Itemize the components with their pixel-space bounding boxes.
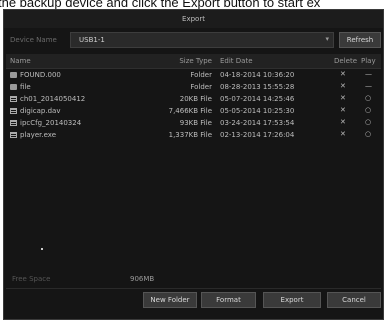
cancel-button[interactable]: Cancel [327,292,381,308]
delete-icon[interactable]: ✕ [340,131,348,138]
file-name: ipcCfg_20140324 [20,119,82,127]
file-icon [10,96,17,102]
export-dialog: Export Device Name USB1-1 ▾ Refresh Name… [3,9,384,320]
file-edit-date: 08-28-2013 15:55:28 [220,83,295,91]
play-icon[interactable]: — [365,71,373,78]
file-icon [10,132,17,138]
file-size-type: 1,337KB File [168,131,212,139]
file-row[interactable]: ipcCfg_20140324 93KB File 03-24-2014 17:53… [6,117,381,129]
col-edit-date: Edit Date [220,57,253,65]
file-icon [10,120,17,126]
delete-icon[interactable]: ✕ [340,119,348,126]
file-size-type: Folder [190,71,212,79]
refresh-button[interactable]: Refresh [339,32,381,48]
file-name: digicap.dav [20,107,61,115]
delete-icon[interactable]: ✕ [340,95,348,102]
play-icon[interactable]: — [365,83,373,90]
file-list: FOUND.000 Folder 04-18-2014 10:36:20 ✕ — file… [6,69,381,141]
file-name: file [20,83,31,91]
delete-icon[interactable]: ✕ [340,83,348,90]
col-play: Play [361,57,376,65]
play-icon[interactable]: ○ [365,131,373,138]
file-table-header: Name Size Type Edit Date Delete Play [6,54,381,69]
file-edit-date: 03-24-2014 17:53:54 [220,119,295,127]
free-space-row: Free Space 906MB [4,272,383,286]
new-folder-button[interactable]: New Folder [143,292,197,308]
file-edit-date: 04-18-2014 10:36:20 [220,71,295,79]
file-row[interactable]: ch01_2014050412 20KB File 05-07-2014 14:25… [6,93,381,105]
col-name: Name [10,57,31,65]
export-button[interactable]: Export [263,292,321,308]
file-size-type: 7,466KB File [168,107,212,115]
delete-icon[interactable]: ✕ [340,71,348,78]
play-icon[interactable]: ○ [365,95,373,102]
file-name: player.exe [20,131,57,139]
device-select-value: USB1-1 [79,36,105,44]
file-row[interactable]: player.exe 1,337KB File 02-13-2014 17:26:0… [6,129,381,141]
free-space-value: 906MB [130,275,155,283]
file-name: FOUND.000 [20,71,61,79]
play-icon[interactable]: ○ [365,107,373,114]
divider [6,288,381,289]
delete-icon[interactable]: ✕ [340,107,348,114]
chevron-down-icon: ▾ [325,35,329,43]
file-row[interactable]: digicap.dav 7,466KB File 05-05-2014 10:25:… [6,105,381,117]
free-space-label: Free Space [12,275,51,283]
folder-icon [10,84,17,90]
file-size-type: 93KB File [179,119,212,127]
file-row[interactable]: file Folder 08-28-2013 15:55:28 ✕ — [6,81,381,93]
device-row: Device Name USB1-1 ▾ Refresh [4,30,383,50]
play-icon[interactable]: ○ [365,119,373,126]
device-select[interactable]: USB1-1 ▾ [70,32,334,48]
format-button[interactable]: Format [201,292,256,308]
file-row[interactable]: FOUND.000 Folder 04-18-2014 10:36:20 ✕ — [6,69,381,81]
mouse-cursor-dot [41,248,43,250]
file-edit-date: 05-07-2014 14:25:46 [220,95,295,103]
device-name-label: Device Name [10,36,57,44]
file-edit-date: 05-05-2014 10:25:30 [220,107,295,115]
file-icon [10,108,17,114]
file-size-type: Folder [190,83,212,91]
col-delete: Delete [334,57,357,65]
folder-icon [10,72,17,78]
file-edit-date: 02-13-2014 17:26:04 [220,131,295,139]
file-size-type: 20KB File [179,95,212,103]
file-name: ch01_2014050412 [20,95,86,103]
col-size-type: Size Type [179,57,212,65]
dialog-title: Export [4,10,383,28]
